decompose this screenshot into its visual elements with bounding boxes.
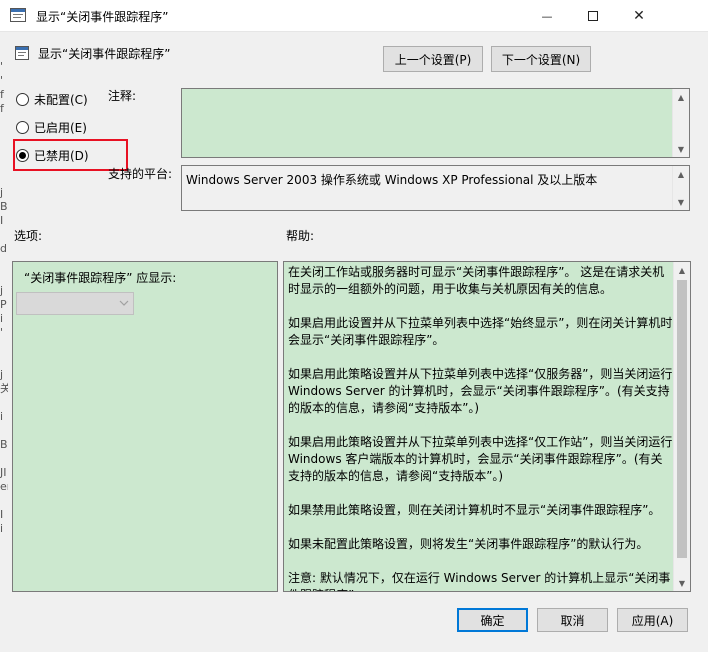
cancel-button[interactable]: 取消 xyxy=(537,608,608,632)
background-glyph: ' xyxy=(0,60,4,73)
background-glyph: JI xyxy=(0,466,7,479)
radio-circle[interactable] xyxy=(16,120,29,134)
background-glyph: f xyxy=(0,102,4,115)
help-paragraph: 如果禁用此策略设置，则在关闭计算机时不显示“关闭事件跟踪程序”。 xyxy=(288,503,661,517)
comment-label: 注释: xyxy=(108,89,137,103)
minimize-button[interactable]: — xyxy=(524,0,570,32)
help-paragraph: 如果启用此策略设置并从下拉菜单列表中选择“仅服务器”，则当关闭运行 Window… xyxy=(288,367,673,415)
previous-setting-button[interactable]: 上一个设置(P) xyxy=(383,46,483,72)
background-glyph: B xyxy=(0,438,8,451)
background-glyph xyxy=(0,424,8,438)
background-glyph xyxy=(0,158,8,172)
background-glyph: j xyxy=(0,186,4,199)
background-glyph xyxy=(0,270,8,284)
platform-box: Windows Server 2003 操作系统或 Windows XP Pro… xyxy=(181,165,690,211)
background-glyph xyxy=(0,452,8,466)
title-bar[interactable]: 显示“关闭事件跟踪程序” — ✕ xyxy=(0,0,708,32)
close-button[interactable]: ✕ xyxy=(616,0,662,32)
background-glyph: ' xyxy=(0,74,4,87)
scroll-down-icon[interactable]: ▼ xyxy=(673,194,689,210)
background-glyph xyxy=(0,354,8,368)
background-glyph xyxy=(0,494,8,508)
comment-textarea[interactable]: ▲ ▼ xyxy=(181,88,690,158)
background-glyph xyxy=(0,256,8,270)
radio-label: 已启用(E) xyxy=(34,120,87,135)
scroll-up-icon[interactable]: ▲ xyxy=(673,166,689,182)
platform-label: 支持的平台: xyxy=(108,167,173,181)
scroll-down-icon[interactable]: ▼ xyxy=(674,575,690,591)
background-glyph: B xyxy=(0,200,8,213)
radio-enabled[interactable]: 已启用(E) xyxy=(16,116,87,138)
background-glyph xyxy=(0,144,8,158)
options-panel: “关闭事件跟踪程序” 应显示: xyxy=(12,261,278,592)
background-glyph: i xyxy=(0,410,4,423)
background-glyph: I xyxy=(0,508,4,521)
minimize-icon: — xyxy=(541,9,553,23)
help-paragraph: 如果启用此策略设置并从下拉菜单列表中选择“仅工作站”，则当关闭运行 Window… xyxy=(288,435,673,483)
maximize-icon xyxy=(588,11,598,21)
background-glyph xyxy=(0,228,8,242)
platform-value: Windows Server 2003 操作系统或 Windows XP Pro… xyxy=(186,173,598,187)
radio-not-configured[interactable]: 未配置(C) xyxy=(16,88,88,110)
comment-value xyxy=(182,89,689,97)
display-mode-combobox[interactable] xyxy=(16,292,134,315)
background-glyph: ' xyxy=(0,326,4,339)
platform-scrollbar[interactable]: ▲ ▼ xyxy=(672,166,689,210)
help-paragraph: 注意: 默认情况下，仅在运行 Windows Server 的计算机上显示“关闭… xyxy=(288,571,671,591)
help-label: 帮助: xyxy=(286,229,315,243)
background-glyph xyxy=(0,116,8,130)
close-icon: ✕ xyxy=(633,8,645,24)
options-prompt: “关闭事件跟踪程序” 应显示: xyxy=(24,271,177,285)
help-paragraph: 在关闭工作站或服务器时可显示“关闭事件跟踪程序”。 这是在请求关机时显示的一组额… xyxy=(288,265,665,296)
scroll-down-icon[interactable]: ▼ xyxy=(673,141,689,157)
help-panel: 在关闭工作站或服务器时可显示“关闭事件跟踪程序”。 这是在请求关机时显示的一组额… xyxy=(283,261,691,592)
help-paragraph: 如果未配置此策略设置，则将发生“关闭事件跟踪程序”的默认行为。 xyxy=(288,537,649,551)
help-scrollbar[interactable]: ▲ ▼ xyxy=(673,262,690,591)
help-paragraph: 如果启用此设置并从下拉菜单列表中选择“始终显示”，则在闭关计算机时会显示“关闭事… xyxy=(288,316,673,347)
maximize-button[interactable] xyxy=(570,0,616,32)
background-window-strip: ''ff jBI d jPi' j关 i B JIer Ii xyxy=(0,60,8,580)
window-title: 显示“关闭事件跟踪程序” xyxy=(36,10,169,24)
comment-scrollbar[interactable]: ▲ ▼ xyxy=(672,89,689,157)
policy-icon xyxy=(14,45,30,61)
policy-title: 显示“关闭事件跟踪程序” xyxy=(38,47,171,61)
apply-button[interactable]: 应用(A) xyxy=(617,608,688,632)
scroll-up-icon[interactable]: ▲ xyxy=(674,262,690,278)
background-glyph xyxy=(0,172,8,186)
background-glyph: I xyxy=(0,214,4,227)
options-label: 选项: xyxy=(14,229,43,243)
background-glyph: j xyxy=(0,368,4,381)
scroll-up-icon[interactable]: ▲ xyxy=(673,89,689,105)
background-glyph: j xyxy=(0,284,4,297)
background-glyph: f xyxy=(0,88,4,101)
background-glyph: P xyxy=(0,298,7,311)
background-glyph xyxy=(0,396,8,410)
background-glyph: er xyxy=(0,480,8,493)
help-text: 在关闭工作站或服务器时可显示“关闭事件跟踪程序”。 这是在请求关机时显示的一组额… xyxy=(288,264,674,591)
background-glyph: 关 xyxy=(0,382,8,395)
scroll-thumb[interactable] xyxy=(677,280,687,558)
background-glyph xyxy=(0,130,8,144)
radio-label: 未配置(C) xyxy=(34,92,88,107)
ok-button[interactable]: 确定 xyxy=(457,608,528,632)
policy-icon xyxy=(10,8,26,22)
next-setting-button[interactable]: 下一个设置(N) xyxy=(491,46,591,72)
background-glyph: i xyxy=(0,312,4,325)
background-glyph xyxy=(0,340,8,354)
background-glyph: i xyxy=(0,522,4,535)
chevron-down-icon xyxy=(119,300,129,306)
radio-circle[interactable] xyxy=(16,92,29,106)
background-glyph: d xyxy=(0,242,7,255)
